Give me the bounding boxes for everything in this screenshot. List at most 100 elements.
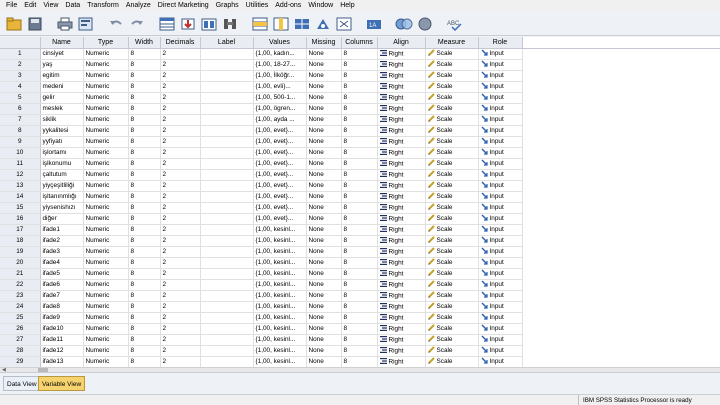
dec-cell[interactable]: 2 [160,334,201,346]
label-cell[interactable] [200,70,254,82]
missing-cell[interactable]: None [306,268,342,280]
role-cell[interactable]: Input [478,279,523,291]
name-cell[interactable]: ifade2 [40,235,84,247]
width-cell[interactable]: 8 [128,246,161,258]
row-number[interactable]: 23 [0,290,41,302]
type-cell[interactable]: Numeric [83,169,129,181]
menu-edit[interactable]: Edit [21,0,40,12]
columns-cell[interactable]: 8 [341,268,378,280]
row-number[interactable]: 28 [0,345,41,357]
row-number[interactable]: 2 [0,59,41,71]
menu-transform[interactable]: Transform [84,0,123,12]
row-number[interactable]: 11 [0,158,41,170]
menu-view[interactable]: View [40,0,62,12]
label-cell[interactable] [200,147,254,159]
menu-help[interactable]: Help [337,0,358,12]
role-cell[interactable]: Input [478,191,523,203]
label-cell[interactable] [200,323,254,335]
width-cell[interactable]: 8 [128,125,161,137]
columns-cell[interactable]: 8 [341,213,378,225]
measure-cell[interactable]: Scale [425,312,479,324]
type-cell[interactable]: Numeric [83,48,129,60]
align-cell[interactable]: Right [377,169,426,181]
measure-cell[interactable]: Scale [425,268,479,280]
role-cell[interactable]: Input [478,125,523,137]
values-cell[interactable]: {1,00, evet}... [253,169,307,181]
dec-cell[interactable]: 2 [160,158,201,170]
columns-cell[interactable]: 8 [341,48,378,60]
columns-cell[interactable]: 8 [341,191,378,203]
measure-cell[interactable]: Scale [425,257,479,269]
name-cell[interactable]: ifade13 [40,356,84,367]
dec-cell[interactable]: 2 [160,301,201,313]
type-cell[interactable]: Numeric [83,158,129,170]
name-cell[interactable]: ifade10 [40,323,84,335]
values-cell[interactable]: {1,00, 18-27... [253,59,307,71]
dec-cell[interactable]: 2 [160,191,201,203]
column-header-missing[interactable]: Missing [306,37,342,49]
select-cases-icon[interactable] [335,15,353,33]
type-cell[interactable]: Numeric [83,268,129,280]
width-cell[interactable]: 8 [128,213,161,225]
label-cell[interactable] [200,158,254,170]
width-cell[interactable]: 8 [128,224,161,236]
measure-cell[interactable]: Scale [425,180,479,192]
dec-cell[interactable]: 2 [160,202,201,214]
row-number[interactable]: 24 [0,301,41,313]
type-cell[interactable]: Numeric [83,147,129,159]
columns-cell[interactable]: 8 [341,279,378,291]
menu-window[interactable]: Window [305,0,337,12]
align-cell[interactable]: Right [377,158,426,170]
name-cell[interactable]: medeni [40,81,84,93]
type-cell[interactable]: Numeric [83,246,129,258]
measure-cell[interactable]: Scale [425,81,479,93]
width-cell[interactable]: 8 [128,334,161,346]
row-number[interactable]: 8 [0,125,41,137]
columns-cell[interactable]: 8 [341,202,378,214]
row-number[interactable]: 25 [0,312,41,324]
type-cell[interactable]: Numeric [83,114,129,126]
values-cell[interactable]: {1,00, evet}... [253,202,307,214]
name-cell[interactable]: yyfiyatı [40,136,84,148]
row-number[interactable]: 17 [0,224,41,236]
row-number[interactable]: 9 [0,136,41,148]
missing-cell[interactable]: None [306,81,342,93]
values-cell[interactable]: {1,00, kesinl... [253,246,307,258]
row-number[interactable]: 7 [0,114,41,126]
name-cell[interactable]: işltanınmlığı [40,191,84,203]
columns-cell[interactable]: 8 [341,92,378,104]
width-cell[interactable]: 8 [128,59,161,71]
role-cell[interactable]: Input [478,345,523,357]
name-cell[interactable]: işlortamı [40,147,84,159]
weight-cases-icon[interactable] [314,15,332,33]
use-sets-icon[interactable] [395,15,413,33]
columns-cell[interactable]: 8 [341,257,378,269]
type-cell[interactable]: Numeric [83,334,129,346]
row-number[interactable]: 4 [0,81,41,93]
width-cell[interactable]: 8 [128,290,161,302]
column-header-align[interactable]: Align [377,37,426,49]
label-cell[interactable] [200,114,254,126]
open-folder-icon[interactable] [5,15,23,33]
dec-cell[interactable]: 2 [160,103,201,115]
undo-icon[interactable] [107,15,125,33]
row-number[interactable]: 26 [0,323,41,335]
measure-cell[interactable]: Scale [425,290,479,302]
type-cell[interactable]: Numeric [83,290,129,302]
align-cell[interactable]: Right [377,301,426,313]
columns-cell[interactable]: 8 [341,356,378,367]
dec-cell[interactable]: 2 [160,70,201,82]
label-cell[interactable] [200,345,254,357]
align-cell[interactable]: Right [377,356,426,367]
columns-cell[interactable]: 8 [341,136,378,148]
type-cell[interactable]: Numeric [83,70,129,82]
align-cell[interactable]: Right [377,279,426,291]
width-cell[interactable]: 8 [128,136,161,148]
measure-cell[interactable]: Scale [425,345,479,357]
values-cell[interactable]: {1,00, evet}... [253,158,307,170]
type-cell[interactable]: Numeric [83,312,129,324]
align-cell[interactable]: Right [377,202,426,214]
dec-cell[interactable]: 2 [160,356,201,367]
columns-cell[interactable]: 8 [341,158,378,170]
label-cell[interactable] [200,103,254,115]
